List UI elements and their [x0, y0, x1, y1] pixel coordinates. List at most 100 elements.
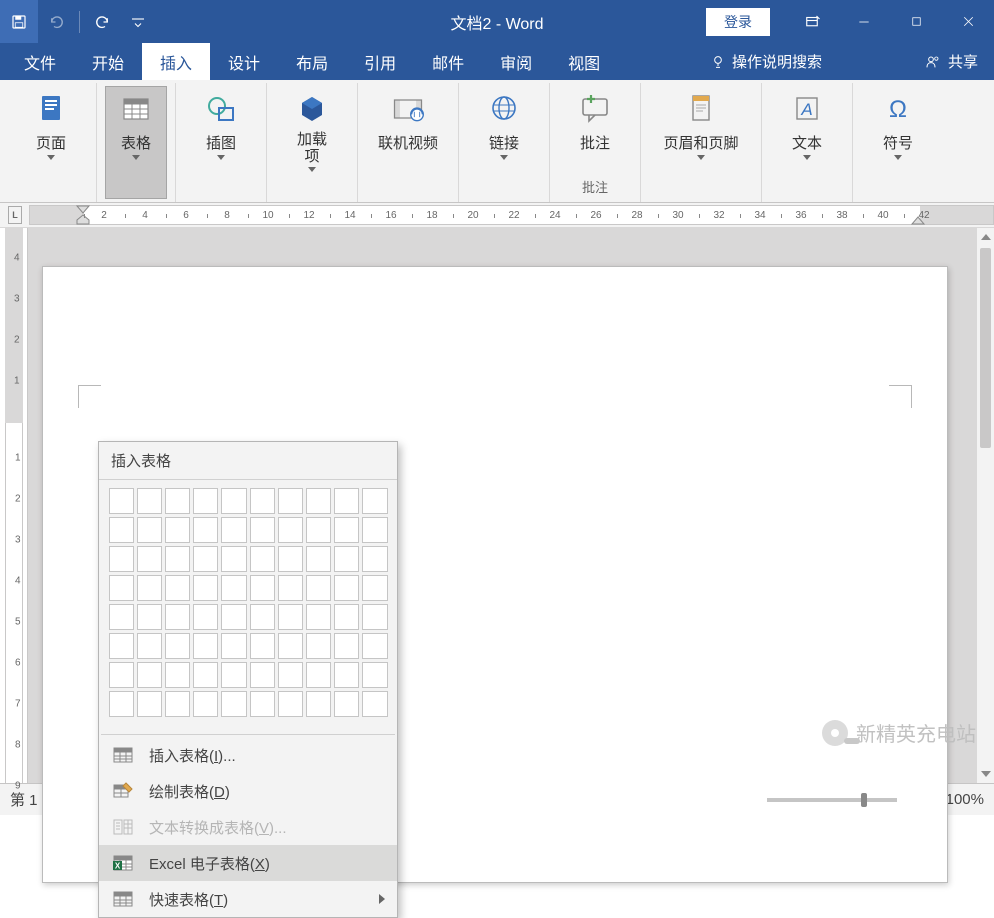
grid-cell[interactable] — [165, 604, 190, 630]
grid-cell[interactable] — [362, 604, 387, 630]
header-footer-button[interactable]: 页眉和页脚 — [649, 86, 753, 199]
grid-cell[interactable] — [221, 604, 246, 630]
zoom-level[interactable]: 100% — [946, 791, 984, 808]
grid-cell[interactable] — [137, 517, 162, 543]
grid-cell[interactable] — [221, 488, 246, 514]
grid-cell[interactable] — [362, 691, 387, 717]
grid-cell[interactable] — [165, 575, 190, 601]
table-grid-picker[interactable] — [99, 480, 397, 732]
pages-button[interactable]: 页面 — [14, 86, 88, 199]
grid-cell[interactable] — [334, 633, 359, 659]
grid-cell[interactable] — [193, 517, 218, 543]
grid-cell[interactable] — [221, 546, 246, 572]
grid-cell[interactable] — [334, 488, 359, 514]
grid-cell[interactable] — [109, 604, 134, 630]
symbols-button[interactable]: Ω 符号 — [861, 86, 935, 199]
grid-cell[interactable] — [362, 662, 387, 688]
tab-references[interactable]: 引用 — [346, 43, 414, 80]
grid-cell[interactable] — [306, 691, 331, 717]
close-button[interactable] — [942, 0, 994, 43]
ribbon-display-button[interactable] — [786, 0, 838, 43]
grid-cell[interactable] — [137, 546, 162, 572]
grid-cell[interactable] — [250, 691, 275, 717]
grid-cell[interactable] — [278, 488, 303, 514]
grid-cell[interactable] — [362, 488, 387, 514]
grid-cell[interactable] — [193, 662, 218, 688]
share-button[interactable]: 共享 — [914, 43, 994, 80]
ruler-vertical[interactable]: 4321123456789 — [0, 228, 28, 783]
grid-cell[interactable] — [278, 633, 303, 659]
table-button[interactable]: 表格 — [105, 86, 167, 199]
scroll-down-button[interactable] — [977, 765, 994, 783]
grid-cell[interactable] — [362, 517, 387, 543]
menu-insert-table[interactable]: 插入表格(I)... — [99, 737, 397, 773]
grid-cell[interactable] — [109, 633, 134, 659]
scroll-up-button[interactable] — [977, 228, 994, 246]
grid-cell[interactable] — [137, 662, 162, 688]
grid-cell[interactable] — [306, 604, 331, 630]
tab-view[interactable]: 视图 — [550, 43, 618, 80]
tab-insert[interactable]: 插入 — [142, 43, 210, 80]
grid-cell[interactable] — [193, 546, 218, 572]
save-button[interactable] — [0, 0, 38, 43]
grid-cell[interactable] — [306, 575, 331, 601]
ruler-horizontal[interactable]: 24681012141618202224262830323436384042 — [29, 205, 994, 225]
grid-cell[interactable] — [250, 488, 275, 514]
grid-cell[interactable] — [278, 546, 303, 572]
grid-cell[interactable] — [109, 546, 134, 572]
grid-cell[interactable] — [221, 575, 246, 601]
grid-cell[interactable] — [137, 488, 162, 514]
grid-cell[interactable] — [137, 691, 162, 717]
grid-cell[interactable] — [362, 633, 387, 659]
comment-button[interactable]: 批注 — [558, 86, 632, 177]
grid-cell[interactable] — [137, 633, 162, 659]
scrollbar-vertical[interactable] — [976, 228, 994, 783]
text-button[interactable]: A 文本 — [770, 86, 844, 199]
grid-cell[interactable] — [109, 488, 134, 514]
grid-cell[interactable] — [250, 517, 275, 543]
qat-customize-button[interactable] — [121, 0, 155, 43]
grid-cell[interactable] — [193, 575, 218, 601]
tab-file[interactable]: 文件 — [6, 43, 74, 80]
maximize-button[interactable] — [890, 0, 942, 43]
tab-layout[interactable]: 布局 — [278, 43, 346, 80]
grid-cell[interactable] — [137, 575, 162, 601]
grid-cell[interactable] — [250, 662, 275, 688]
grid-cell[interactable] — [165, 546, 190, 572]
tab-mailings[interactable]: 邮件 — [414, 43, 482, 80]
indent-marker-top[interactable] — [75, 204, 91, 214]
zoom-slider[interactable] — [767, 798, 897, 802]
scroll-thumb[interactable] — [980, 248, 991, 448]
grid-cell[interactable] — [221, 633, 246, 659]
grid-cell[interactable] — [306, 546, 331, 572]
online-video-button[interactable]: 联机视频 — [366, 86, 450, 199]
menu-excel-spreadsheet[interactable]: X Excel 电子表格(X) — [99, 845, 397, 881]
grid-cell[interactable] — [109, 517, 134, 543]
grid-cell[interactable] — [193, 488, 218, 514]
grid-cell[interactable] — [334, 691, 359, 717]
undo-button[interactable] — [38, 0, 76, 43]
minimize-button[interactable] — [838, 0, 890, 43]
grid-cell[interactable] — [193, 604, 218, 630]
grid-cell[interactable] — [109, 575, 134, 601]
grid-cell[interactable] — [193, 633, 218, 659]
tab-review[interactable]: 审阅 — [482, 43, 550, 80]
grid-cell[interactable] — [334, 604, 359, 630]
grid-cell[interactable] — [306, 517, 331, 543]
grid-cell[interactable] — [334, 546, 359, 572]
grid-cell[interactable] — [278, 604, 303, 630]
grid-cell[interactable] — [165, 662, 190, 688]
grid-cell[interactable] — [165, 517, 190, 543]
links-button[interactable]: 链接 — [467, 86, 541, 199]
grid-cell[interactable] — [278, 575, 303, 601]
grid-cell[interactable] — [306, 633, 331, 659]
addins-button[interactable]: 加载 项 — [275, 86, 349, 199]
grid-cell[interactable] — [306, 662, 331, 688]
grid-cell[interactable] — [250, 546, 275, 572]
grid-cell[interactable] — [334, 517, 359, 543]
grid-cell[interactable] — [250, 633, 275, 659]
grid-cell[interactable] — [165, 633, 190, 659]
menu-quick-tables[interactable]: 快速表格(T) — [99, 881, 397, 917]
login-button[interactable]: 登录 — [706, 8, 770, 36]
indent-marker-bottom[interactable] — [75, 214, 91, 226]
